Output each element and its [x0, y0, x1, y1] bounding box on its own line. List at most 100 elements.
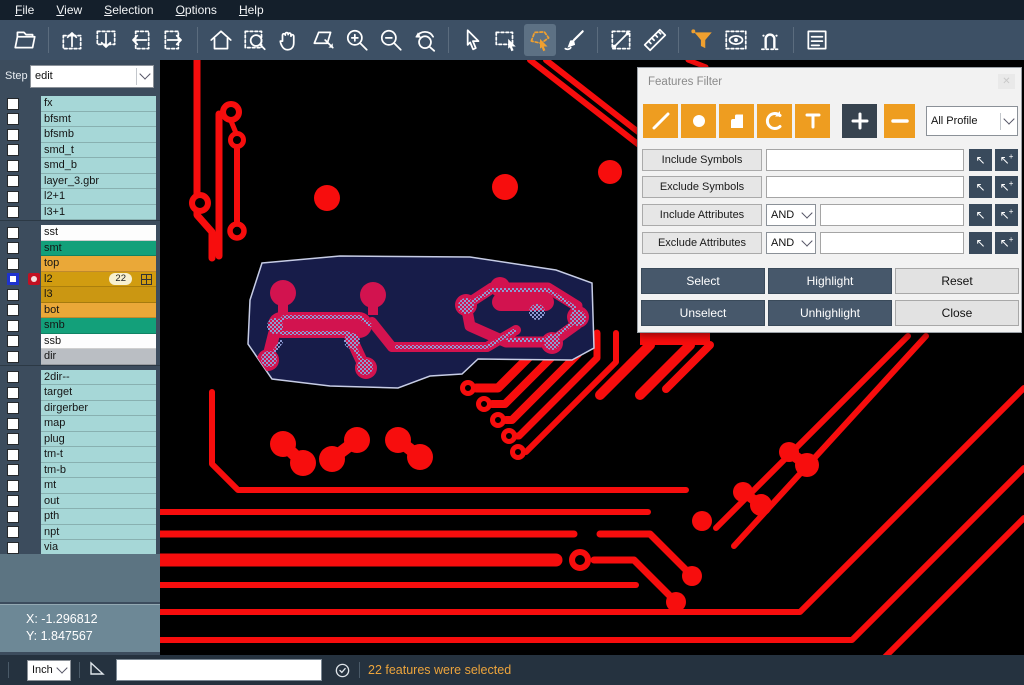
brush-icon[interactable] [558, 24, 590, 56]
layer-checkbox[interactable] [7, 351, 19, 363]
layer-checkbox[interactable] [7, 511, 19, 523]
layer-checkbox[interactable] [7, 387, 19, 399]
menu-options[interactable]: Options [167, 1, 226, 19]
exclude-symbols-input[interactable] [766, 176, 964, 198]
layer-row-smt[interactable]: smt [0, 241, 160, 257]
layers-form-icon[interactable] [801, 24, 833, 56]
pick-symbol-add-button[interactable]: ↖+ [995, 176, 1018, 198]
filter-arc-icon[interactable] [757, 104, 792, 138]
layer-checkbox[interactable] [7, 526, 19, 538]
layer-checkbox[interactable] [7, 258, 19, 270]
exclude-attributes-input[interactable] [820, 232, 964, 254]
layer-row-dirgerber[interactable]: dirgerber [0, 401, 160, 417]
layer-name[interactable]: target [41, 385, 156, 401]
layer-row-out[interactable]: out [0, 494, 160, 510]
zoom-previous-icon[interactable] [409, 24, 441, 56]
layer-checkbox[interactable] [7, 227, 19, 239]
include-symbols-input[interactable] [766, 149, 964, 171]
layer-name[interactable]: plug [41, 432, 156, 448]
pane-left-icon[interactable] [124, 24, 156, 56]
layer-row-map[interactable]: map [0, 416, 160, 432]
pick-attribute-button[interactable]: ↖ [969, 232, 992, 254]
filter-line-icon[interactable] [643, 104, 678, 138]
layer-row-tm-t[interactable]: tm-t [0, 447, 160, 463]
layer-row-dir[interactable]: dir [0, 349, 160, 365]
menu-selection[interactable]: Selection [95, 1, 162, 19]
pick-attribute-add-button[interactable]: ↖+ [995, 204, 1018, 226]
layer-active-checkbox[interactable] [7, 273, 19, 285]
select-cursor-icon[interactable] [456, 24, 488, 56]
pan-hand-icon[interactable] [273, 24, 305, 56]
layer-name[interactable]: smd_b [41, 158, 156, 174]
layer-row-fx[interactable]: fx [0, 96, 160, 112]
layer-row-smb[interactable]: smb [0, 318, 160, 334]
layer-name[interactable]: sst [41, 225, 156, 241]
layer-row-target[interactable]: target [0, 385, 160, 401]
layer-checkbox[interactable] [7, 175, 19, 187]
pick-attribute-add-button[interactable]: ↖+ [995, 232, 1018, 254]
layer-name[interactable]: pth [41, 509, 156, 525]
layer-name[interactable]: out [41, 494, 156, 510]
layer-row-l3[interactable]: l3 [0, 287, 160, 303]
layer-name[interactable]: tm-t [41, 447, 156, 463]
layer-name[interactable]: l2+1 [41, 189, 156, 205]
layer-name[interactable]: bfsmb [41, 127, 156, 143]
layer-checkbox[interactable] [7, 449, 19, 461]
layer-row-sst[interactable]: sst [0, 225, 160, 241]
pane-down-icon[interactable] [90, 24, 122, 56]
layer-name[interactable]: l3+1 [41, 205, 156, 221]
layer-name[interactable]: smd_t [41, 143, 156, 159]
layer-checkbox[interactable] [7, 480, 19, 492]
close-button[interactable]: Close [895, 300, 1019, 326]
step-combo[interactable]: edit [30, 65, 154, 88]
layer-name[interactable]: smt [41, 241, 156, 257]
layer-checkbox[interactable] [7, 418, 19, 430]
exclude-attributes-button[interactable]: Exclude Attributes [642, 232, 762, 254]
layer-row-l3+1[interactable]: l3+1 [0, 205, 160, 221]
profile-combo[interactable]: All Profile [926, 106, 1018, 136]
layer-name[interactable]: dirgerber [41, 401, 156, 417]
layer-row-bfsmb[interactable]: bfsmb [0, 127, 160, 143]
unhighlight-button[interactable]: Unhighlight [768, 300, 892, 326]
layer-name[interactable]: dir [41, 349, 156, 365]
pick-attribute-button[interactable]: ↖ [969, 204, 992, 226]
include-attributes-operator[interactable]: AND [766, 204, 816, 226]
layer-checkbox[interactable] [7, 191, 19, 203]
layer-name[interactable]: bfsmt [41, 112, 156, 128]
highlight-button[interactable]: Highlight [768, 268, 892, 294]
layer-checkbox[interactable] [7, 144, 19, 156]
layer-checkbox[interactable] [7, 206, 19, 218]
close-icon[interactable]: ✕ [998, 74, 1015, 89]
units-combo[interactable]: Inch [27, 660, 71, 681]
layer-row-npt[interactable]: npt [0, 525, 160, 541]
polygon-select-icon[interactable] [524, 24, 556, 56]
layer-name[interactable]: 2dir-- [41, 370, 156, 386]
filter-pad-icon[interactable] [681, 104, 716, 138]
menu-file[interactable]: File [6, 1, 43, 19]
layer-row-layer_3.gbr[interactable]: layer_3.gbr [0, 174, 160, 190]
open-icon[interactable] [9, 24, 41, 56]
layer-row-top[interactable]: top [0, 256, 160, 272]
pick-symbol-add-button[interactable]: ↖+ [995, 149, 1018, 171]
layer-row-tm-b[interactable]: tm-b [0, 463, 160, 479]
layer-row-smd_b[interactable]: smd_b [0, 158, 160, 174]
zoom-out-icon[interactable] [375, 24, 407, 56]
layer-name[interactable]: tm-b [41, 463, 156, 479]
refresh-check-icon[interactable] [334, 662, 351, 679]
layer-row-ssb[interactable]: ssb [0, 334, 160, 350]
select-button[interactable]: Select [641, 268, 765, 294]
layer-checkbox[interactable] [7, 433, 19, 445]
pane-right-icon[interactable] [158, 24, 190, 56]
view-eye-icon[interactable] [720, 24, 752, 56]
layer-name[interactable]: top [41, 256, 156, 272]
zoom-in-icon[interactable] [341, 24, 373, 56]
zoom-polygon-icon[interactable] [307, 24, 339, 56]
layer-name[interactable]: l3 [41, 287, 156, 303]
filter-text-icon[interactable] [795, 104, 830, 138]
ruler-icon[interactable] [639, 24, 671, 56]
layer-checkbox[interactable] [7, 160, 19, 172]
layer-row-mt[interactable]: mt [0, 478, 160, 494]
layer-checkbox[interactable] [7, 113, 19, 125]
layer-checkbox[interactable] [7, 335, 19, 347]
layer-name[interactable]: l222 [41, 272, 156, 288]
